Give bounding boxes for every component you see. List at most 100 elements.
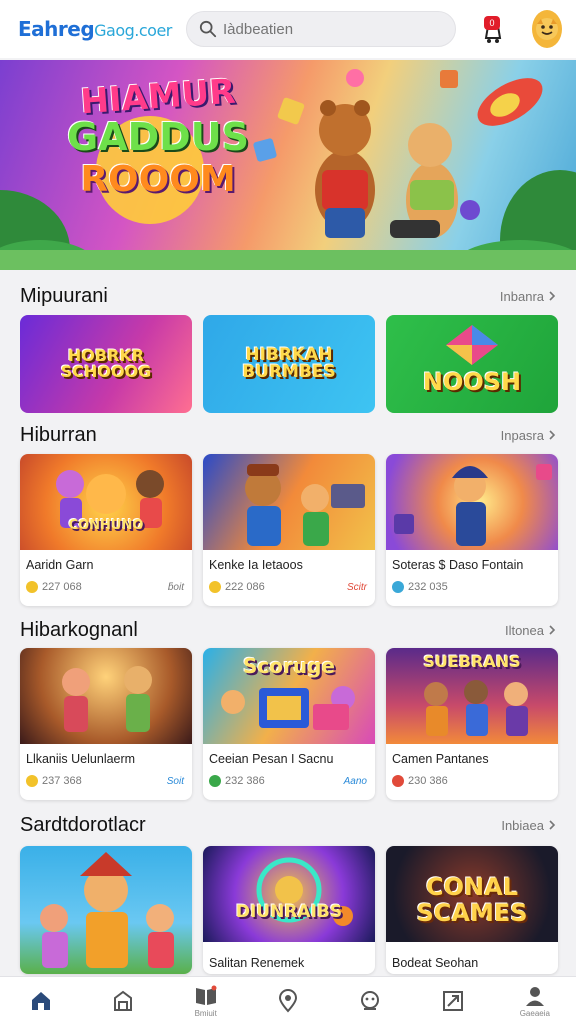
book-icon <box>195 985 217 1005</box>
bottom-navigation: Bmiuit Gaeaeia <box>0 976 576 1024</box>
character-art <box>394 464 552 546</box>
game-card[interactable]: CONHUNO Aaridn Garn 227 068 ƃoit <box>20 454 192 606</box>
game-meta: 227 068 ƃoit <box>26 581 184 593</box>
thumbnail-label: SUEBRANS <box>423 652 521 671</box>
see-all-label: Inbiaea <box>501 817 544 833</box>
game-card[interactable]: Soteras $ Daso Fontain 232 035 <box>386 454 558 606</box>
thumbnail-label: CONHUNO <box>68 518 144 533</box>
tile-title: NOOSH <box>422 368 522 396</box>
chevron-right-icon <box>549 625 556 635</box>
hero-title-line1: HIAMUR <box>79 71 237 123</box>
game-meta: 222 086 Scitr <box>209 581 367 593</box>
featured-tile[interactable]: NOOSH <box>386 315 558 413</box>
game-cards-row: CONHUNO Aaridn Garn 227 068 ƃoit Kenke I… <box>20 454 558 606</box>
game-card[interactable]: Scoruge Ceeian Pesan I Sacnu 232 386 Aan… <box>203 648 375 800</box>
section-header: Hibarkognanl Iltonea <box>20 617 556 643</box>
nav-chat[interactable] <box>338 980 402 1024</box>
see-all-link[interactable]: Inbiaea <box>501 818 556 833</box>
chevron-right-icon <box>549 291 556 301</box>
game-card[interactable]: Kenke Ia Ietaoos 222 086 Scitr <box>203 454 375 606</box>
section-header: Sardtdorotlacr Inbiaea <box>20 812 556 838</box>
app-screen: EahregGaog.coer 0 <box>0 0 576 1024</box>
game-card[interactable]: SUEBRANS Camen Pantanes 230 386 <box>386 648 558 800</box>
logo-sub: Gaog.coer <box>94 21 172 40</box>
see-all-label: Iltonea <box>504 622 544 638</box>
search-bar[interactable] <box>186 11 456 47</box>
game-tag: ƃoit <box>167 581 184 593</box>
thumbnail-label: CONAL SCAMES <box>416 873 528 928</box>
spinner-art <box>256 857 353 926</box>
coin-icon <box>392 775 404 787</box>
coin-icon <box>26 581 38 593</box>
hero-title-line3: ROOOM <box>80 159 236 200</box>
player-count: 230 386 <box>408 775 448 787</box>
character-art <box>245 464 365 546</box>
game-card[interactable]: DIUNRAIBS Salitan Renemek <box>203 846 375 974</box>
game-card[interactable]: CONAL SCAMES Bodeat Seohan <box>386 846 558 974</box>
hero-title: HIAMUR GADDUS ROOOM <box>58 72 258 200</box>
section-header: Mipuurani Inbanra <box>20 283 556 309</box>
game-name: Kenke Ia Ietaoos <box>209 558 303 572</box>
featured-tile[interactable]: HOBRKR SCHOOOG <box>20 315 192 413</box>
game-name: Bodeat Seohan <box>392 956 479 970</box>
nav-library[interactable]: Bmiuit <box>174 980 238 1024</box>
tile-title: HOBRKR SCHOOOG <box>60 346 152 381</box>
coin-icon <box>209 581 221 593</box>
notification-badge: 0 <box>484 16 500 30</box>
app-logo[interactable]: EahregGaog.coer <box>18 17 172 41</box>
game-name: Salitan Renemek <box>209 956 305 970</box>
coin-icon <box>209 775 221 787</box>
nav-store[interactable] <box>91 980 155 1024</box>
game-name: Llkaniis Uelunlaerm <box>26 752 136 766</box>
nav-label: Gaeaeia <box>519 1009 550 1018</box>
game-thumbnail <box>203 454 375 550</box>
game-thumbnail <box>386 454 558 550</box>
user-avatar[interactable] <box>532 10 562 48</box>
nav-puzzle[interactable] <box>421 980 485 1024</box>
section-title: Sardtdorotlacr <box>20 813 146 836</box>
game-thumbnail: CONHUNO <box>20 454 192 550</box>
home-icon <box>32 991 51 1010</box>
game-card[interactable]: Llkaniis Uelunlaerm 237 368 Soit <box>20 648 192 800</box>
section-title: Hiburran <box>20 423 97 446</box>
thumbnail-label: Scoruge <box>243 654 335 678</box>
coin-icon <box>392 581 404 593</box>
see-all-link[interactable]: Inpasra <box>501 428 556 443</box>
logo-main: Eahreg <box>18 17 95 41</box>
see-all-link[interactable]: Iltonea <box>505 623 556 638</box>
tile-title: HIBRKAH BURMBES <box>242 345 336 382</box>
section-title: Mipuurani <box>20 284 108 307</box>
chevron-right-icon <box>549 430 556 440</box>
avatar-face-icon <box>536 18 558 40</box>
character-art <box>62 666 152 732</box>
see-all-link[interactable]: Inbanra <box>500 289 556 304</box>
game-name: Aaridn Garn <box>26 558 94 572</box>
search-input[interactable] <box>223 20 443 38</box>
game-meta: 230 386 <box>392 775 550 787</box>
thumbnail-label: DIUNRAIBS <box>235 902 343 922</box>
game-thumbnail: DIUNRAIBS <box>203 846 375 942</box>
game-thumbnail: Scoruge <box>203 648 375 744</box>
game-card[interactable] <box>20 846 192 974</box>
hero-banner[interactable]: HIAMUR GADDUS ROOOM <box>0 60 576 270</box>
game-meta: 232 386 Aano <box>209 775 367 787</box>
see-all-label: Inbanra <box>499 288 544 304</box>
game-meta: 232 035 <box>392 581 550 593</box>
character-art <box>40 852 174 968</box>
game-meta: 237 368 Soit <box>26 775 184 787</box>
kite-icon <box>446 325 498 365</box>
puzzle-icon <box>442 990 463 1011</box>
notification-button[interactable]: 0 <box>478 12 508 46</box>
coin-icon <box>26 775 38 787</box>
chevron-right-icon <box>549 820 556 830</box>
nav-profile[interactable]: Gaeaeia <box>503 980 567 1024</box>
nav-location[interactable] <box>256 980 320 1024</box>
game-name: Soteras $ Daso Fontain <box>392 558 524 572</box>
game-tag: Aano <box>343 775 367 787</box>
player-count: 232 386 <box>225 775 265 787</box>
player-count: 227 068 <box>42 581 82 593</box>
nav-home[interactable] <box>9 980 73 1024</box>
game-thumbnail: CONAL SCAMES <box>386 846 558 942</box>
featured-tile[interactable]: HIBRKAH BURMBES <box>203 315 375 413</box>
featured-tiles-row: HOBRKR SCHOOOG HIBRKAH BURMBES NOOSH <box>20 315 558 413</box>
